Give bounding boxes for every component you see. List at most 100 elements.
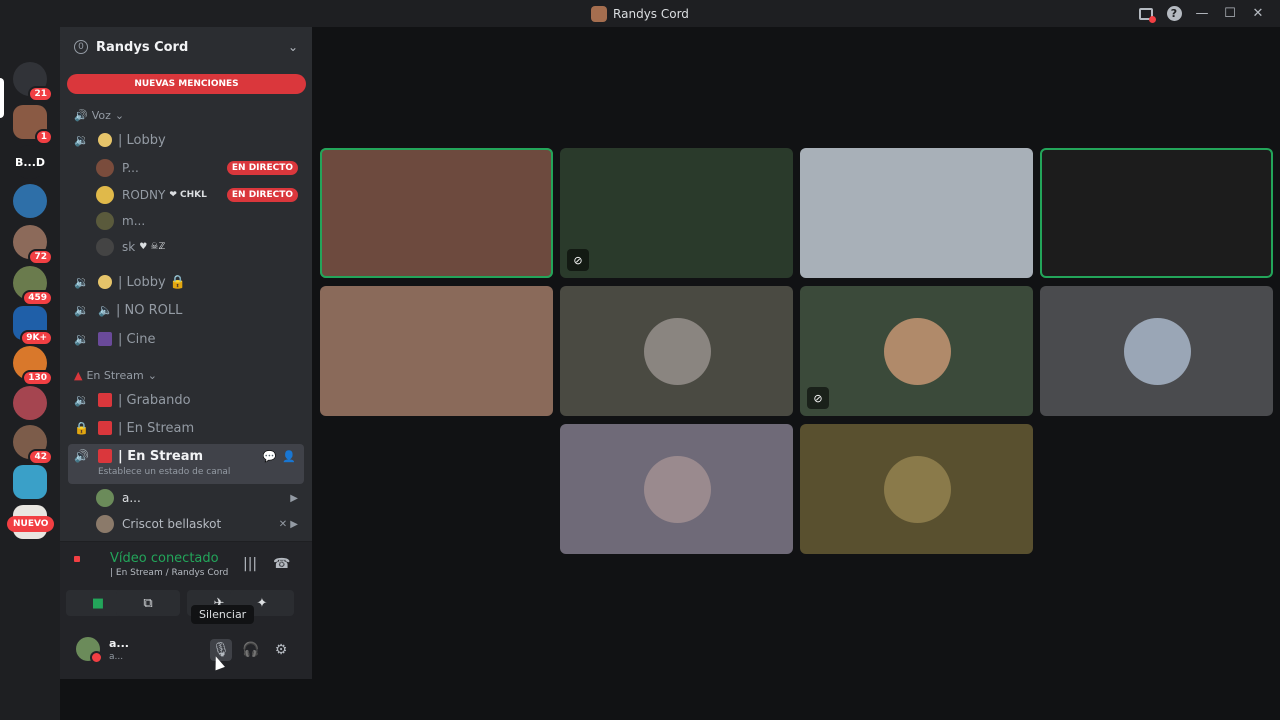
user-tag: ♥ ☠ℤ [139,242,166,252]
video-tile-5[interactable] [320,286,553,416]
user-name: a... [122,491,141,505]
voice-user[interactable]: m... [96,209,304,233]
user-avatar[interactable] [76,637,103,664]
voice-user[interactable]: sk ♥ ☠ℤ [96,235,304,259]
category-en-stream[interactable]: ▲ En Stream ⌄ [74,369,157,382]
user-avatar [96,515,114,533]
connection-status[interactable]: Vídeo conectado [110,551,219,566]
user-name: RODNY [122,188,166,202]
help-button[interactable]: ? [1160,0,1188,27]
voice-channel-icon: 🔉 [74,332,89,346]
unread-badge: 21 [28,86,53,102]
unread-badge: 1 [34,129,53,145]
category-label: Voz [91,109,111,122]
server-bd[interactable]: B...D [13,145,47,179]
connection-signal[interactable] [72,550,96,564]
selected-indicator [0,78,4,118]
video-tile-1[interactable] [320,148,553,278]
disconnect-icon[interactable]: ☎ [273,556,290,572]
channel-label: | NO ROLL [116,302,183,318]
settings-button[interactable]: ⚙ [270,639,292,661]
channel-lobby[interactable]: 🔉 | Lobby [68,127,304,153]
channel-emoji-icon [98,275,112,289]
channel-cine[interactable]: 🔉 | Cine [68,326,304,352]
category-voice[interactable]: 🔊 Voz ⌄ [74,109,124,122]
camera-icon: ■ [91,595,105,611]
unread-badge: 130 [22,370,53,386]
invite-icon[interactable]: 👤 [282,450,296,463]
server-rail: 21 1 B...D 72 459 9K+ 130 42 NUEVO [0,27,60,720]
chevron-down-icon: ⌄ [147,369,157,382]
deafen-button[interactable]: 🎧 [240,639,262,661]
server-game[interactable] [13,184,47,218]
noise-suppression-icon[interactable]: ||| [243,556,257,572]
discord-home[interactable]: 21 [13,62,53,102]
new-badge[interactable]: NUEVO [7,516,55,532]
live-badge[interactable]: EN DIRECTO [226,161,298,175]
server-label: B...D [14,155,46,169]
channel-label: | Lobby 🔒 [118,274,186,290]
screen-share-icon: ⧉ [143,595,153,611]
server-avatar-1[interactable]: 1 [13,105,53,145]
avatar-tile-8[interactable] [1040,286,1273,416]
window-controls: ? — ☐ ✕ [1132,0,1272,27]
avatar-tile-10[interactable] [800,424,1033,554]
user-name: Criscot bellaskot [122,517,222,531]
voice-channel-icon: 🔉 [74,133,89,147]
muted-video-icon: ✕ ▶ [278,518,298,530]
voice-user[interactable]: a... ▶ [96,486,304,510]
server-name: Randys Cord [96,39,189,55]
channel-emoji-icon [98,133,112,147]
speaker-icon: 🔊 [74,109,88,122]
server-dominican[interactable]: 9K+ [13,306,53,346]
video-tile-4[interactable] [1040,148,1273,278]
user-avatar [96,159,114,177]
server-avatar-5[interactable]: 42 [13,425,53,465]
voice-user[interactable]: Criscot bellaskot ✕ ▶ [96,512,304,536]
server-avatar-2[interactable]: 72 [13,225,53,265]
voice-user[interactable]: RODNY ❤ CHKL EN DIRECTO [96,183,304,207]
server-header[interactable]: 0 Randys Cord ⌄ [60,27,312,67]
server-fox[interactable]: 130 [13,346,53,386]
server-avatar-3[interactable]: 459 [13,266,53,306]
gear-icon: ⚙ [274,642,288,658]
channel-status[interactable]: Establece un estado de canal [98,467,230,477]
user-name: P... [122,161,139,175]
user-status: a... [109,652,124,662]
avatar-tile-6[interactable] [560,286,793,416]
minimize-button[interactable]: — [1188,0,1216,27]
inbox-button[interactable] [1132,0,1160,27]
channel-lobby-locked[interactable]: 🔉 | Lobby 🔒 [68,269,304,295]
channel-en-stream-locked[interactable]: 🔒 | En Stream [68,415,304,441]
channel-grabando[interactable]: 🔉 | Grabando [68,387,304,413]
chevron-down-icon: ⌄ [287,40,298,54]
voice-user[interactable]: P... EN DIRECTO [96,156,304,180]
unread-badge: 72 [28,249,53,265]
chat-icon[interactable]: 💬 [263,450,277,463]
channel-en-stream-active[interactable]: 🔊 | En Stream Establece un estado de can… [68,444,304,484]
server-avatar-6[interactable] [13,465,47,499]
close-button[interactable]: ✕ [1244,0,1272,27]
live-badge[interactable]: EN DIRECTO [226,188,298,202]
channel-no-roll[interactable]: 🔉 🔈 | NO ROLL [68,297,304,323]
new-mentions-button[interactable]: NUEVAS MENCIONES [67,74,306,94]
voice-channel-icon: 🔉 [74,303,89,317]
video-tile-2[interactable]: ⊘ [560,148,793,278]
server-avatar-4[interactable] [13,386,47,420]
server-avatar-icon [591,5,608,22]
avatar-tile-7[interactable]: ⊘ [800,286,1033,416]
video-icon: ▶ [290,492,298,504]
screen-share-button[interactable]: ⧉ [116,590,180,616]
boost-level-icon: 0 [74,40,88,54]
headphones-icon: 🎧 [242,642,260,658]
maximize-button[interactable]: ☐ [1216,0,1244,27]
lock-icon: 🔒 [74,421,89,435]
soundboard-icon: ✦ [256,595,268,611]
avatar-tile-9[interactable] [560,424,793,554]
category-label: En Stream [86,369,144,382]
video-tile-3[interactable] [800,148,1033,278]
connection-location[interactable]: | En Stream / Randys Cord [110,568,228,578]
user-name[interactable]: a... [109,637,129,650]
speaker-emoji-icon: 🔈 [98,303,113,317]
user-avatar [96,212,114,230]
